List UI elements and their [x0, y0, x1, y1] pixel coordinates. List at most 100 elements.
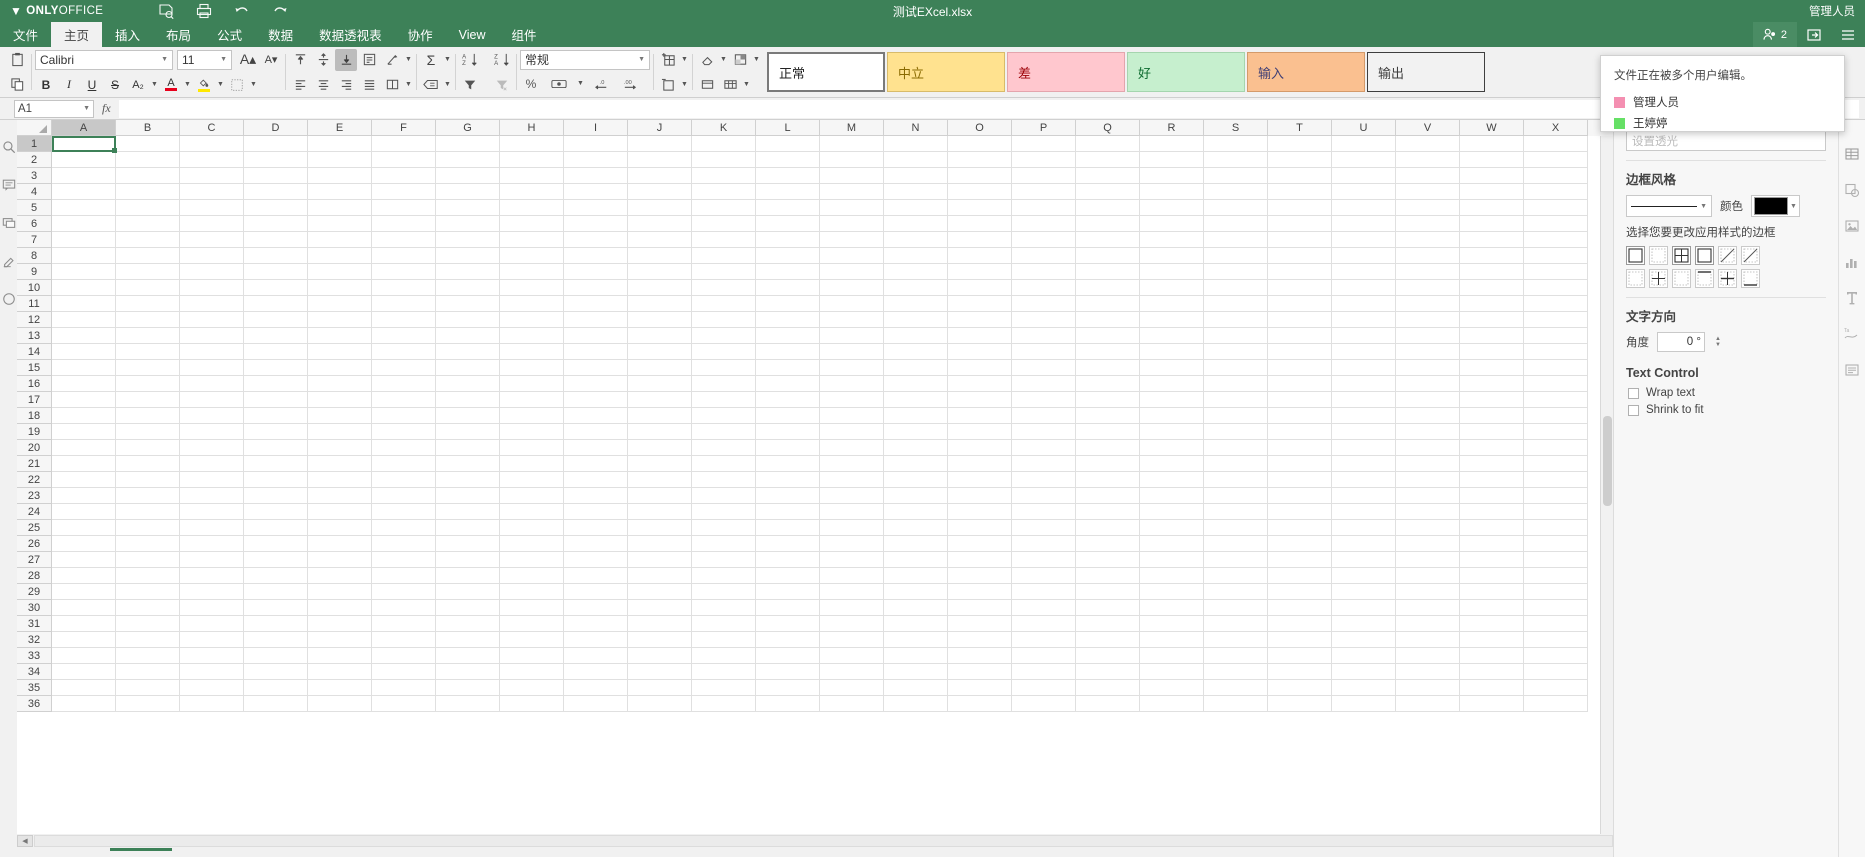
- grid-cell[interactable]: [116, 312, 180, 328]
- grid-cell[interactable]: [1332, 344, 1396, 360]
- border-inner-icon[interactable]: [1672, 246, 1691, 265]
- grid-cell[interactable]: [244, 568, 308, 584]
- grid-cell[interactable]: [692, 136, 756, 152]
- clear-dropdown-caret[interactable]: ▼: [719, 56, 728, 63]
- column-header[interactable]: M: [820, 120, 884, 136]
- row-header[interactable]: 23: [17, 488, 52, 504]
- clear-formatting-button[interactable]: [696, 49, 718, 71]
- shrink-to-fit-checkbox-row[interactable]: Shrink to fit: [1628, 404, 1826, 416]
- grid-cell[interactable]: [116, 632, 180, 648]
- grid-cell[interactable]: [1460, 312, 1524, 328]
- grid-cell[interactable]: [52, 520, 116, 536]
- grid-cell[interactable]: [692, 200, 756, 216]
- grid-cell[interactable]: [564, 200, 628, 216]
- grid-cell[interactable]: [820, 488, 884, 504]
- grid-cell[interactable]: [884, 248, 948, 264]
- grid-cell[interactable]: [884, 600, 948, 616]
- grid-cell[interactable]: [244, 696, 308, 712]
- grid-cell[interactable]: [116, 616, 180, 632]
- grid-cell[interactable]: [500, 280, 564, 296]
- grid-cell[interactable]: [1076, 680, 1140, 696]
- grid-cell[interactable]: [1460, 616, 1524, 632]
- grid-cell[interactable]: [52, 232, 116, 248]
- grid-cell[interactable]: [1396, 600, 1460, 616]
- grid-cell[interactable]: [1396, 184, 1460, 200]
- grid-cell[interactable]: [1204, 664, 1268, 680]
- grid-cell[interactable]: [116, 296, 180, 312]
- grid-cell[interactable]: [1204, 504, 1268, 520]
- conditional-formatting-button[interactable]: [729, 49, 751, 71]
- grid-cell[interactable]: [1460, 600, 1524, 616]
- grid-cell[interactable]: [1140, 360, 1204, 376]
- grid-cell[interactable]: [436, 216, 500, 232]
- grid-cell[interactable]: [756, 648, 820, 664]
- grid-cell[interactable]: [116, 520, 180, 536]
- grid-cell[interactable]: [244, 168, 308, 184]
- grid-cell[interactable]: [820, 424, 884, 440]
- font-family-select[interactable]: Calibri ▼: [35, 49, 173, 70]
- grid-cell[interactable]: [1332, 632, 1396, 648]
- grid-cell[interactable]: [372, 152, 436, 168]
- grid-cell[interactable]: [1140, 280, 1204, 296]
- grid-cell[interactable]: [180, 600, 244, 616]
- grid-cell[interactable]: [436, 408, 500, 424]
- grid-cell[interactable]: [1332, 568, 1396, 584]
- grid-cell[interactable]: [308, 248, 372, 264]
- fill-color-dropdown-caret[interactable]: ▼: [216, 81, 225, 88]
- row-header[interactable]: 8: [17, 248, 52, 264]
- grid-cell[interactable]: [1012, 440, 1076, 456]
- grid-cell[interactable]: [1140, 200, 1204, 216]
- column-header[interactable]: S: [1204, 120, 1268, 136]
- ribbon-tab[interactable]: 插入: [102, 22, 153, 47]
- column-header[interactable]: Q: [1076, 120, 1140, 136]
- grid-cell[interactable]: [948, 488, 1012, 504]
- grid-cell[interactable]: [884, 504, 948, 520]
- column-header[interactable]: I: [564, 120, 628, 136]
- grid-cell[interactable]: [756, 328, 820, 344]
- text-art-settings-icon[interactable]: [1844, 290, 1860, 306]
- grid-cell[interactable]: [756, 376, 820, 392]
- grid-cell[interactable]: [1268, 680, 1332, 696]
- grid-cell[interactable]: [372, 184, 436, 200]
- grid-cell[interactable]: [884, 472, 948, 488]
- grid-cell[interactable]: [500, 632, 564, 648]
- grid-cell[interactable]: [372, 552, 436, 568]
- grid-cell[interactable]: [564, 248, 628, 264]
- grid-cell[interactable]: [564, 552, 628, 568]
- grid-cell[interactable]: [500, 504, 564, 520]
- grid-cell[interactable]: [1012, 152, 1076, 168]
- vertical-scrollbar[interactable]: [1600, 136, 1613, 840]
- grid-cell[interactable]: [628, 152, 692, 168]
- grid-cell[interactable]: [116, 152, 180, 168]
- grid-cell[interactable]: [884, 648, 948, 664]
- grid-cell[interactable]: [372, 136, 436, 152]
- grid-cell[interactable]: [564, 376, 628, 392]
- grid-cell[interactable]: [1204, 296, 1268, 312]
- grid-cell[interactable]: [1204, 440, 1268, 456]
- align-center-button[interactable]: [312, 74, 334, 96]
- grid-cell[interactable]: [692, 648, 756, 664]
- grid-cell[interactable]: [1012, 680, 1076, 696]
- grid-cell[interactable]: [1332, 248, 1396, 264]
- grid-cell[interactable]: [308, 632, 372, 648]
- grid-cell[interactable]: [500, 424, 564, 440]
- grid-cell[interactable]: [500, 312, 564, 328]
- grid-cell[interactable]: [116, 376, 180, 392]
- grid-cell[interactable]: [52, 376, 116, 392]
- grid-cell[interactable]: [1076, 312, 1140, 328]
- grid-cell[interactable]: [1460, 136, 1524, 152]
- grid-cell[interactable]: [1460, 632, 1524, 648]
- grid-cell[interactable]: [628, 376, 692, 392]
- grid-cell[interactable]: [52, 472, 116, 488]
- grid-cell[interactable]: [564, 664, 628, 680]
- grid-cell[interactable]: [756, 392, 820, 408]
- italic-button[interactable]: I: [58, 74, 80, 96]
- grid-cell[interactable]: [116, 328, 180, 344]
- grid-cell[interactable]: [948, 408, 1012, 424]
- grid-cell[interactable]: [116, 568, 180, 584]
- row-header[interactable]: 32: [17, 632, 52, 648]
- grid-cell[interactable]: [948, 312, 1012, 328]
- grid-cell[interactable]: [1204, 424, 1268, 440]
- grid-cell[interactable]: [244, 552, 308, 568]
- grid-cell[interactable]: [948, 552, 1012, 568]
